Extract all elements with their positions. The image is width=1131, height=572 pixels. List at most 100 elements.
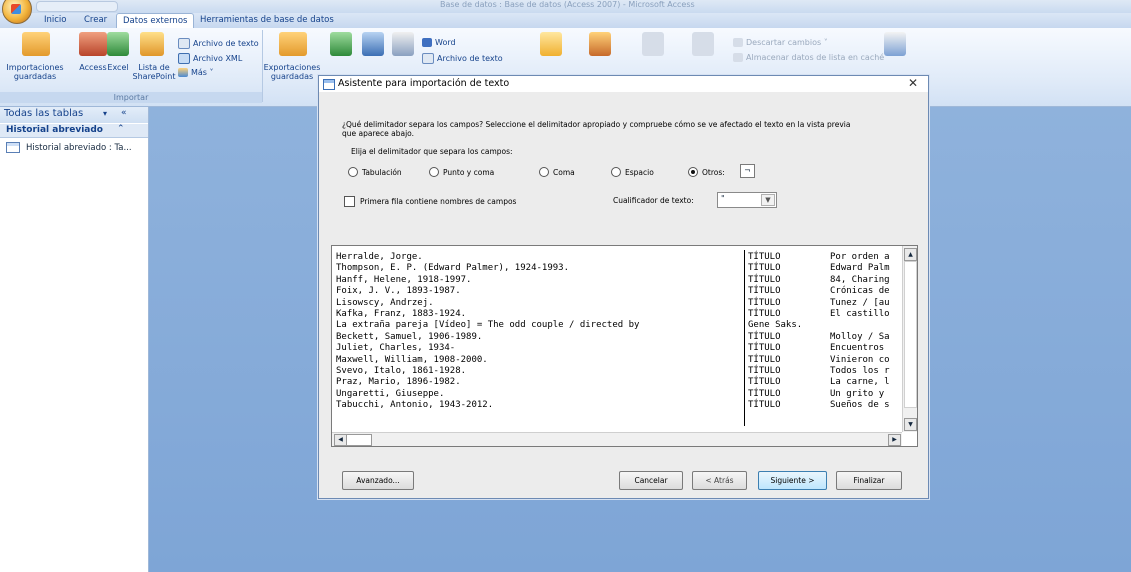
text-file-label: Archivo de texto <box>193 39 259 48</box>
table-icon <box>323 79 335 90</box>
more-label: Más ˅ <box>191 68 214 77</box>
scroll-down-icon[interactable]: ▼ <box>904 418 917 431</box>
chevron-down-icon[interactable]: ▾ <box>103 109 107 118</box>
back-button[interactable]: < Atrás <box>692 471 747 490</box>
preview-cell: Praz, Mario, 1896-1982. <box>336 377 461 388</box>
radio-label: Punto y coma <box>443 167 495 177</box>
preview-cell: Vinieron co <box>830 354 890 365</box>
table-icon <box>6 142 20 153</box>
more-import-button[interactable]: Más ˅ <box>178 68 214 77</box>
column-divider <box>744 250 745 426</box>
scroll-right-icon[interactable]: ▶ <box>888 434 901 446</box>
horizontal-scrollbar[interactable]: ◀ ▶ <box>332 432 902 446</box>
saved-exports-button[interactable]: Exportaciones guardadas <box>262 63 322 81</box>
text-file-icon <box>178 38 190 49</box>
preview-cell: Thompson, E. P. (Edward Palmer), 1924-19… <box>336 263 569 274</box>
delimiter-group-legend: Elija el delimitador que separa los camp… <box>349 147 515 156</box>
collect-data-icon[interactable] <box>540 32 562 56</box>
text-file-export-button[interactable]: Archivo de texto <box>422 53 503 64</box>
sharepoint-list-icon <box>140 32 164 56</box>
data-preview[interactable]: Herralde, Jorge. TÍTULO Por orden a Thompso… <box>331 245 918 447</box>
radio-tabulacion[interactable]: Tabulación <box>348 167 402 177</box>
cache-list-data-button[interactable]: Almacenar datos de lista en caché <box>733 53 884 62</box>
preview-cell: Foix, J. V., 1893-1987. <box>336 286 461 297</box>
collapse-pane-icon[interactable]: « <box>121 108 127 118</box>
radio-circle[interactable] <box>539 167 549 177</box>
window-title: Base de datos : Base de datos (Access 20… <box>440 0 695 9</box>
export-sharepoint-icon[interactable] <box>362 32 384 56</box>
first-row-field-names-checkbox[interactable]: Primera fila contiene nombres de campos <box>344 196 516 207</box>
xml-file-import-button[interactable]: Archivo XML <box>178 53 242 64</box>
preview-cell: Hanff, Helene, 1918-1997. <box>336 274 472 285</box>
horizontal-scroll-thumb[interactable] <box>346 434 372 446</box>
preview-cell: Ungaretti, Giuseppe. <box>336 388 445 399</box>
word-export-button[interactable]: Word <box>422 38 456 47</box>
next-button[interactable]: Siguiente > <box>758 471 827 490</box>
discard-changes-button[interactable]: Descartar cambios ˅ <box>733 38 828 47</box>
preview-cell: Svevo, Italo, 1861-1928. <box>336 365 467 376</box>
preview-cell: Crónicas de <box>830 286 890 297</box>
radio-label: Espacio <box>625 167 654 177</box>
checkbox-box[interactable] <box>344 196 355 207</box>
radio-circle[interactable] <box>348 167 358 177</box>
preview-cell: Lisowscy, Andrzej. <box>336 297 434 308</box>
tab-crear[interactable]: Crear <box>78 13 113 27</box>
preview-cell: TÍTULO <box>748 377 781 388</box>
tab-herramientas-base-datos[interactable]: Herramientas de base de datos <box>194 13 340 27</box>
ribbon-tab-row: Inicio Crear Datos externos Herramientas… <box>0 13 1131 28</box>
preview-cell: TÍTULO <box>748 343 781 354</box>
radio-punto-y-coma[interactable]: Punto y coma <box>429 167 494 177</box>
nav-pane-header[interactable]: Todas las tablas ▾ « <box>0 107 148 123</box>
nav-pane-title[interactable]: Todas las tablas <box>4 108 83 119</box>
chevron-down-icon[interactable]: ▼ <box>761 194 775 206</box>
finish-button[interactable]: Finalizar <box>836 471 902 490</box>
preview-cell: La extraña pareja [Vídeo] = The odd coup… <box>336 320 640 331</box>
preview-cell: TÍTULO <box>748 297 781 308</box>
vertical-scroll-thumb[interactable] <box>904 261 917 408</box>
chevron-up-icon[interactable]: ⌃ <box>117 124 125 134</box>
preview-cell: Sueños de s <box>830 400 890 411</box>
sharepoint-list-button[interactable]: Lista de SharePoint <box>130 63 178 81</box>
tab-datos-externos[interactable]: Datos externos <box>116 13 195 28</box>
otros-delimiter-input[interactable]: ¬ <box>740 164 755 178</box>
excel-import-button[interactable]: Excel <box>104 63 132 72</box>
create-emails-icon[interactable] <box>589 32 611 56</box>
move-to-sharepoint-icon[interactable] <box>884 32 906 56</box>
tab-inicio[interactable]: Inicio <box>38 13 73 27</box>
scroll-up-icon[interactable]: ▲ <box>904 248 917 261</box>
dialog-title-bar[interactable]: Asistente para importación de texto ✕ <box>319 76 928 92</box>
export-excel-icon[interactable] <box>330 32 352 56</box>
preview-cell: TÍTULO <box>748 274 781 285</box>
access-icon <box>79 32 107 56</box>
export-pdf-icon[interactable] <box>392 32 414 56</box>
word-label: Word <box>435 38 456 47</box>
synchronize-icon[interactable] <box>692 32 714 56</box>
radio-circle-selected[interactable] <box>688 167 698 177</box>
dialog-title: Asistente para importación de texto <box>338 78 510 89</box>
radio-coma[interactable]: Coma <box>539 167 575 177</box>
cancel-button[interactable]: Cancelar <box>619 471 683 490</box>
vertical-scrollbar[interactable]: ▲ ▼ <box>902 246 917 432</box>
cache-list-icon <box>733 53 743 62</box>
preview-cell: TÍTULO <box>748 331 781 342</box>
radio-espacio[interactable]: Espacio <box>611 167 654 177</box>
close-icon[interactable]: ✕ <box>908 76 918 90</box>
preview-cell: TÍTULO <box>748 308 781 319</box>
radio-label: Otros: <box>702 167 725 177</box>
preview-cell: 84, Charing <box>830 274 890 285</box>
preview-cell: Juliet, Charles, 1934- <box>336 343 456 354</box>
first-row-label: Primera fila contiene nombres de campos <box>360 197 517 206</box>
radio-circle[interactable] <box>429 167 439 177</box>
work-online-icon[interactable] <box>642 32 664 56</box>
preview-cell: Tabucchi, Antonio, 1943-2012. <box>336 400 494 411</box>
word-icon <box>422 38 432 47</box>
radio-circle[interactable] <box>611 167 621 177</box>
nav-item-historial-abreviado[interactable]: Historial abreviado : Ta... <box>6 142 132 153</box>
quick-access-toolbar[interactable] <box>36 1 118 12</box>
radio-otros[interactable]: Otros: <box>688 167 725 177</box>
nav-group-header[interactable]: Historial abreviado ⌃ <box>0 124 148 138</box>
advanced-button[interactable]: Avanzado... <box>342 471 414 490</box>
text-file-import-button[interactable]: Archivo de texto <box>178 38 259 49</box>
saved-imports-button[interactable]: Importaciones guardadas <box>0 63 70 81</box>
text-qualifier-select[interactable]: " ▼ <box>717 192 777 208</box>
